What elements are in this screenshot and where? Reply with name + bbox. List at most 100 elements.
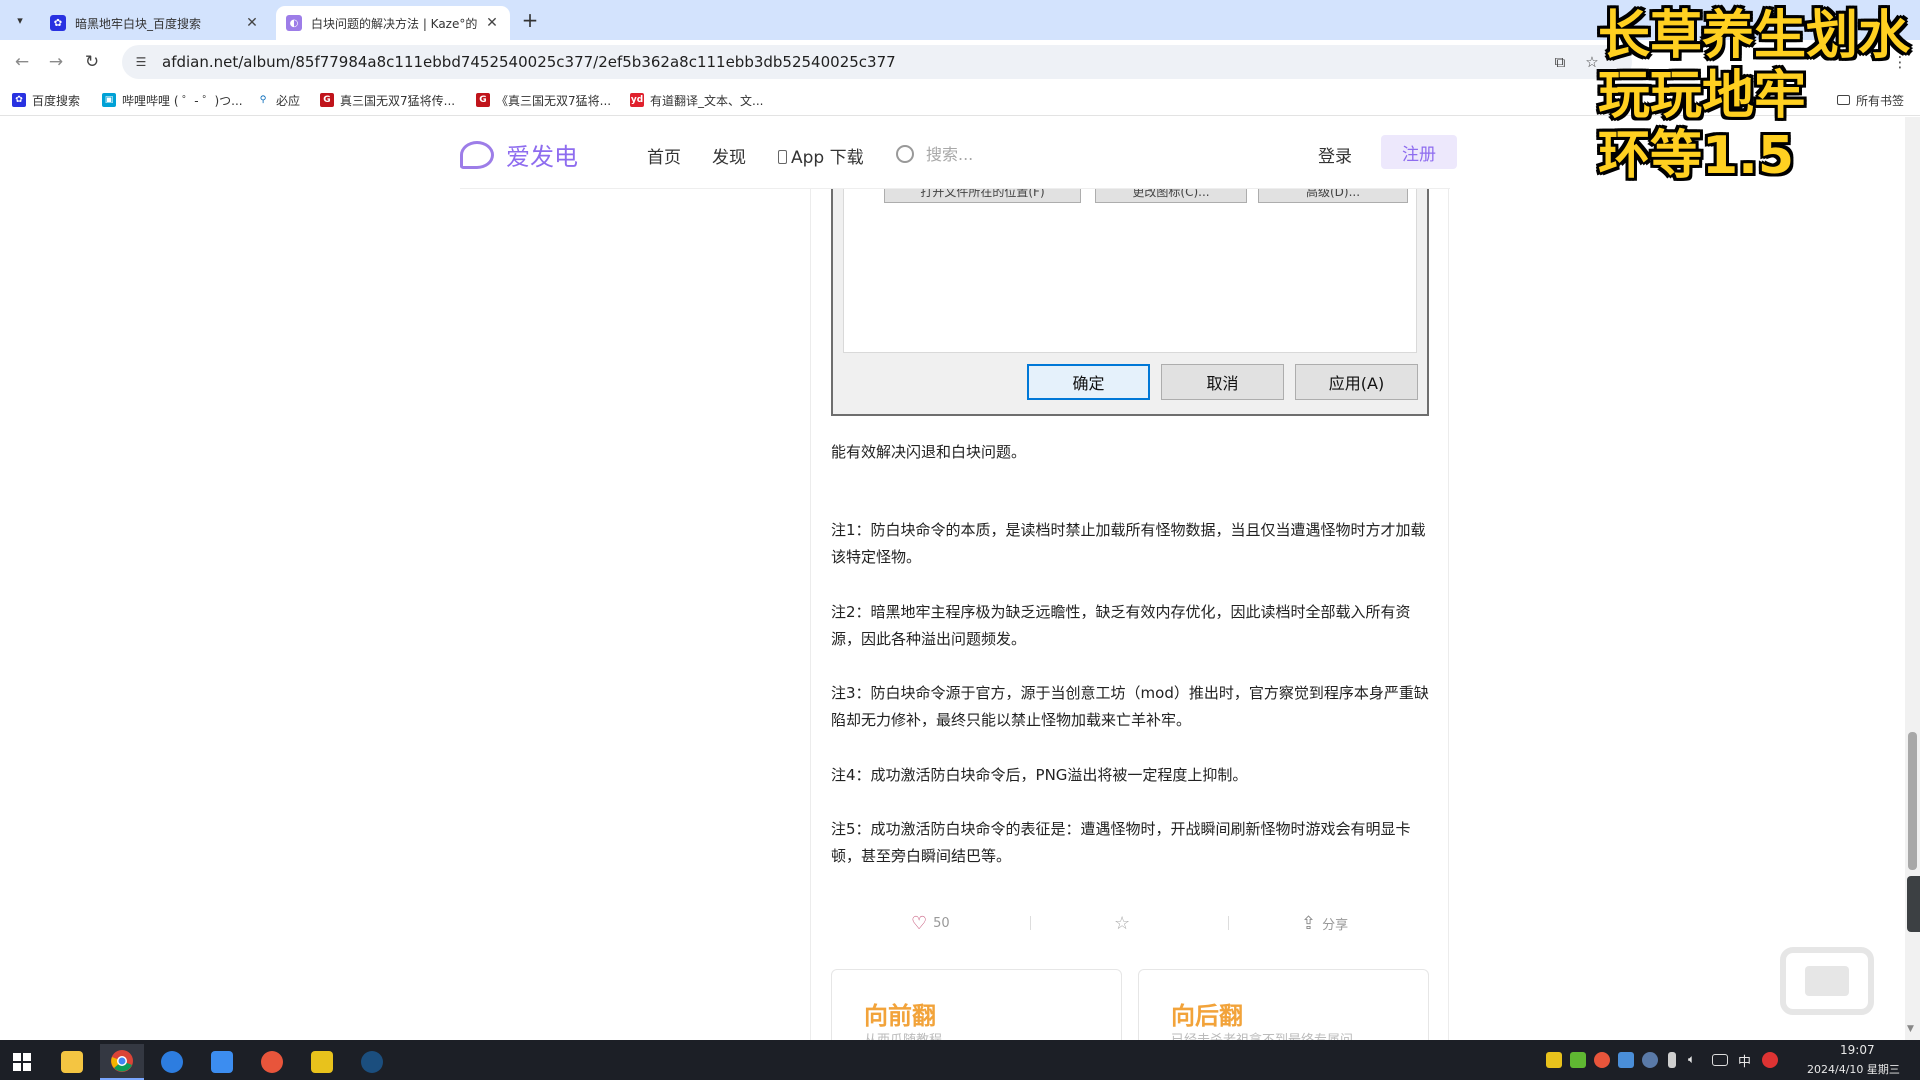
scrollbar-thumb[interactable] [1908, 732, 1917, 870]
register-button[interactable]: 注册 [1381, 135, 1457, 169]
steam-icon[interactable] [350, 1044, 394, 1080]
dialog-cancel-button: 取消 [1161, 364, 1284, 400]
nav-home[interactable]: 首页 [647, 143, 681, 168]
heart-icon: ♡ [911, 912, 928, 934]
like-button[interactable]: ♡ 50 [911, 908, 950, 938]
share-label: 分享 [1322, 917, 1349, 933]
tray-yellow-app-icon[interactable] [1546, 1052, 1562, 1068]
bookmark-label: 必应 [276, 93, 301, 108]
favorite-button[interactable]: ☆ [1114, 908, 1136, 938]
afdian-icon: ◐ [286, 15, 302, 31]
article-dialog-screenshot: 打开文件所在的位置(F) 更改图标(C)... 高级(D)... 确定 取消 应… [831, 189, 1429, 416]
youdao-icon: yd [630, 93, 644, 107]
bookmark-item[interactable]: ▣ 哔哩哔哩 ( ゜- ゜)つ... [102, 91, 243, 109]
baidu-icon: ✿ [12, 93, 26, 107]
tray-douyu-icon[interactable] [1594, 1052, 1610, 1068]
reload-icon[interactable]: ↻ [80, 50, 104, 74]
tray-steam-icon[interactable] [1642, 1052, 1658, 1068]
article-lead: 能有效解决闪退和白块问题。 [831, 443, 1027, 461]
bookmark-label: 有道翻译_文本、文... [650, 93, 764, 108]
bookmark-item[interactable]: yd 有道翻译_文本、文... [630, 91, 763, 109]
action-divider [1030, 916, 1031, 930]
bookmark-label: 百度搜索 [32, 93, 81, 108]
tray-volume-icon[interactable]: 🔈︎ [1688, 1052, 1695, 1067]
game-g-icon: G [320, 93, 334, 107]
tray-security-shield-icon[interactable] [1618, 1052, 1634, 1068]
dialog-apply-button: 应用(A) [1295, 364, 1418, 400]
bookmark-label: 《真三国无双7猛将... [496, 93, 612, 108]
game-g-icon: G [476, 93, 490, 107]
login-button[interactable]: 登录 [1318, 142, 1352, 167]
bilibili-icon: ▣ [102, 93, 116, 107]
tab-baidu-search[interactable]: ✿ 暗黑地牢白块_百度搜索 ✕ [40, 6, 270, 40]
nav-discover[interactable]: 发现 [712, 143, 746, 168]
forward-arrow-icon[interactable]: → [44, 50, 68, 74]
search-icon: ⚲ [259, 95, 267, 105]
stream-overlay-text: 长草养生划水 玩玩地牢 环等1.5 [1598, 6, 1911, 186]
tray-network-icon[interactable] [1712, 1054, 1728, 1066]
file-explorer-icon[interactable] [50, 1044, 94, 1080]
nav-app-download-label: App 下载 [791, 148, 864, 168]
tray-microphone-icon[interactable] [1668, 1052, 1676, 1068]
clock-time[interactable]: 19:07 [1840, 1043, 1875, 1057]
article-note-1: 注1：防白块命令的本质，是读档时禁止加载所有怪物数据，当且仅当遭遇怪物时方才加载… [831, 521, 1426, 566]
app-yellow-icon[interactable] [300, 1044, 344, 1080]
bookmark-item[interactable]: ⚲ 必应 [256, 91, 300, 109]
bookmark-item[interactable]: ✿ 百度搜索 [12, 91, 80, 109]
prev-post-card[interactable]: 向前翻 从西瓜随教程 [831, 969, 1122, 1049]
dialog-open-location-button: 打开文件所在的位置(F) [884, 189, 1081, 203]
chrome-icon[interactable] [100, 1044, 144, 1080]
site-search-input[interactable] [926, 141, 1166, 167]
dialog-advanced-button: 高级(D)... [1258, 189, 1408, 203]
article-note-4: 注4：成功激活防白块命令后，PNG溢出将被一定程度上抑制。 [831, 766, 1248, 784]
tab-title: 白块问题的解决方法 | Kaze°的 [311, 16, 478, 31]
bookmark-item[interactable]: G 《真三国无双7猛将... [476, 91, 611, 109]
app-douyu-icon[interactable] [250, 1044, 294, 1080]
tray-nvidia-icon[interactable] [1570, 1052, 1586, 1068]
star-icon: ☆ [1114, 912, 1131, 934]
tab-search-menu-icon[interactable]: ▾ [8, 8, 32, 32]
article-note-5: 注5：成功激活防白块命令的表征是：遭遇怪物时，开战瞬间刷新怪物时游戏会有明显卡顿… [831, 820, 1411, 865]
phone-icon [778, 150, 787, 164]
douyu-watermark-logo [1775, 944, 1880, 1019]
content-left-border [810, 189, 811, 1040]
clock-date[interactable]: 2024/4/10 星期三 [1807, 1061, 1900, 1077]
tab-title: 暗黑地牢白块_百度搜索 [75, 16, 202, 31]
article-actions: ♡ 50 ☆ ⇪ 分享 [831, 908, 1429, 938]
app-blue-circle-icon[interactable] [150, 1044, 194, 1080]
overlay-line-1: 长草养生划水 [1598, 6, 1911, 66]
url-text[interactable]: afdian.net/album/85f77984a8c111ebbd74525… [162, 53, 896, 71]
dialog-panel: 打开文件所在的位置(F) 更改图标(C)... 高级(D)... [843, 189, 1417, 353]
tab-afdian-article[interactable]: ◐ 白块问题的解决方法 | Kaze°的 ✕ [276, 6, 510, 40]
address-bar[interactable]: ☰ afdian.net/album/85f77984a8c111ebbd745… [122, 45, 1632, 79]
site-logo[interactable]: 爱发电 [460, 137, 578, 172]
baidu-paw-icon: ✿ [50, 15, 66, 31]
article-note-3: 注3：防白块命令源于官方，源于当创意工坊（mod）推出时，官方察觉到程序本身严重… [831, 684, 1429, 729]
nav-app-download[interactable]: App 下载 [778, 143, 864, 168]
bookmark-label: 真三国无双7猛将传... [340, 93, 456, 108]
close-icon[interactable]: ✕ [484, 15, 500, 31]
side-panel-handle[interactable] [1907, 876, 1920, 932]
share-button[interactable]: ⇪ 分享 [1301, 908, 1348, 938]
next-post-title: 向后翻 [1171, 1002, 1243, 1030]
bookmark-label: 哔哩哔哩 ( ゜- ゜)つ... [122, 93, 243, 108]
install-app-icon[interactable]: ⧉ [1550, 52, 1570, 72]
tray-sogou-icon[interactable] [1762, 1052, 1778, 1068]
site-settings-icon[interactable]: ☰ [130, 51, 152, 73]
article-note-2: 注2：暗黑地牢主程序极为缺乏远瞻性，缺乏有效内存优化，因此读档时全部载入所有资源… [831, 603, 1411, 648]
search-icon [896, 145, 914, 163]
app-blue-bird-icon[interactable] [200, 1044, 244, 1080]
windows-start-icon[interactable] [0, 1044, 44, 1080]
like-count: 50 [933, 915, 950, 931]
dialog-ok-button: 确定 [1027, 364, 1150, 400]
tray-ime-indicator[interactable]: 中 [1738, 1051, 1751, 1070]
share-icon: ⇪ [1301, 912, 1317, 934]
close-icon[interactable]: ✕ [244, 15, 260, 31]
scroll-down-arrow-icon[interactable]: ▼ [1907, 1024, 1914, 1034]
next-post-card[interactable]: 向后翻 已经击杀老祖拿不到最终专属问 [1138, 969, 1429, 1049]
bookmark-item[interactable]: G 真三国无双7猛将传... [320, 91, 455, 109]
action-divider [1228, 916, 1229, 930]
overlay-line-3: 环等1.5 [1598, 126, 1795, 186]
new-tab-icon[interactable]: + [518, 8, 542, 32]
back-arrow-icon[interactable]: ← [10, 50, 34, 74]
